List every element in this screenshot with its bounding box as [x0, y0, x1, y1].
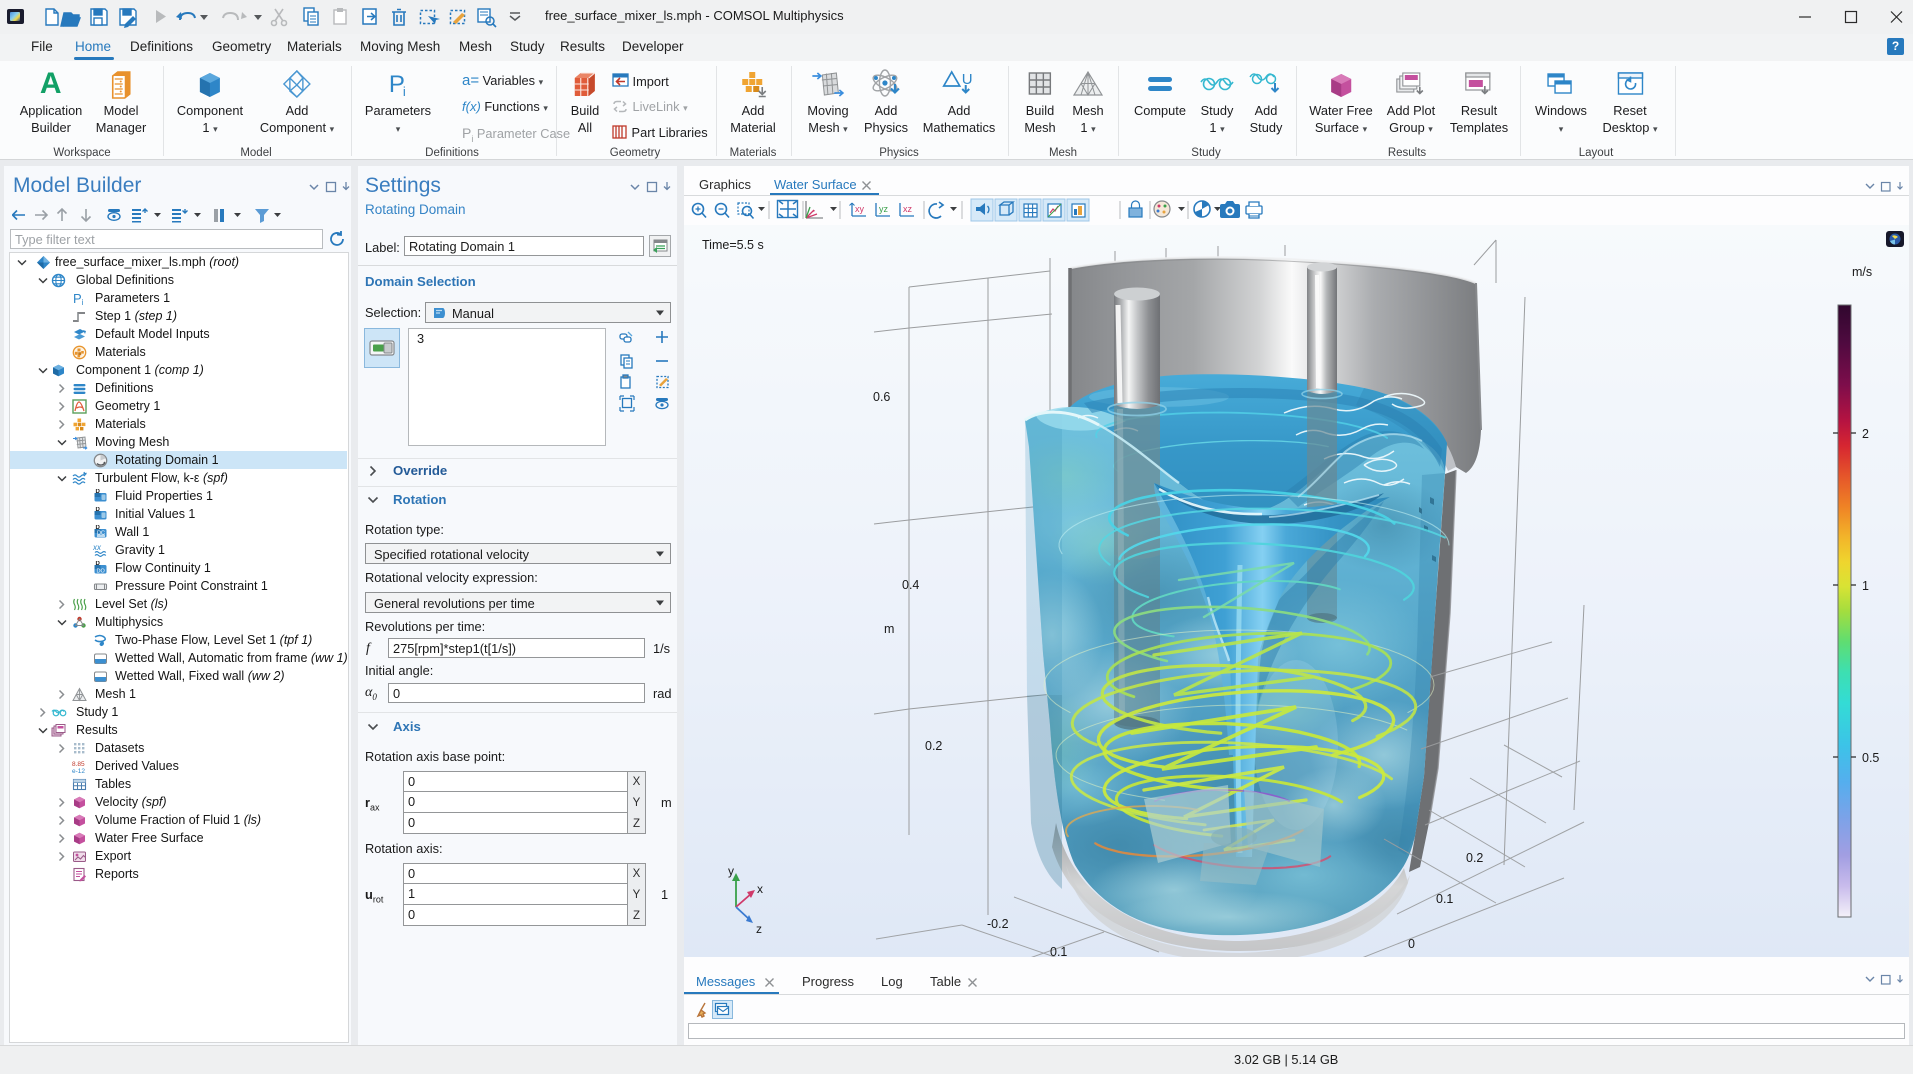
- svg-text:D: D: [96, 489, 101, 495]
- svg-text:2: 2: [1862, 427, 1869, 441]
- svg-text:y: y: [728, 864, 734, 878]
- svg-text:0.4: 0.4: [902, 578, 919, 592]
- svg-text:i: i: [82, 298, 84, 306]
- svg-text:DO: DO: [97, 568, 106, 574]
- svg-text:x: x: [757, 882, 763, 896]
- svg-text:U: U: [962, 71, 973, 88]
- svg-text:DC: DC: [97, 530, 105, 536]
- svg-text:0.6: 0.6: [873, 390, 890, 404]
- svg-text:0: 0: [1408, 937, 1415, 951]
- svg-text:P: P: [73, 291, 82, 306]
- svg-text:1: 1: [1862, 579, 1869, 593]
- svg-text:m/s: m/s: [1852, 265, 1872, 279]
- svg-text:-0.2: -0.2: [987, 917, 1009, 931]
- svg-text:0.5: 0.5: [1862, 751, 1879, 765]
- svg-text:0.2: 0.2: [925, 739, 942, 753]
- svg-text:0.2: 0.2: [1466, 851, 1483, 865]
- svg-text:D: D: [96, 561, 101, 567]
- svg-text:m: m: [884, 622, 894, 636]
- svg-text:yz: yz: [879, 204, 889, 214]
- svg-text:8.85: 8.85: [72, 761, 85, 768]
- svg-text:A: A: [40, 69, 62, 99]
- svg-text:D: D: [96, 507, 101, 513]
- svg-text:Time=5.5 s: Time=5.5 s: [702, 238, 764, 252]
- svg-text:0.1: 0.1: [1050, 945, 1067, 957]
- svg-text:e-12: e-12: [72, 768, 85, 774]
- svg-text:i: i: [403, 84, 406, 99]
- svg-text:z: z: [756, 922, 762, 936]
- svg-text:xz: xz: [903, 204, 913, 214]
- svg-text:0.1: 0.1: [1436, 892, 1453, 906]
- svg-text:xy: xy: [855, 204, 865, 214]
- svg-text:xx: xx: [93, 543, 102, 552]
